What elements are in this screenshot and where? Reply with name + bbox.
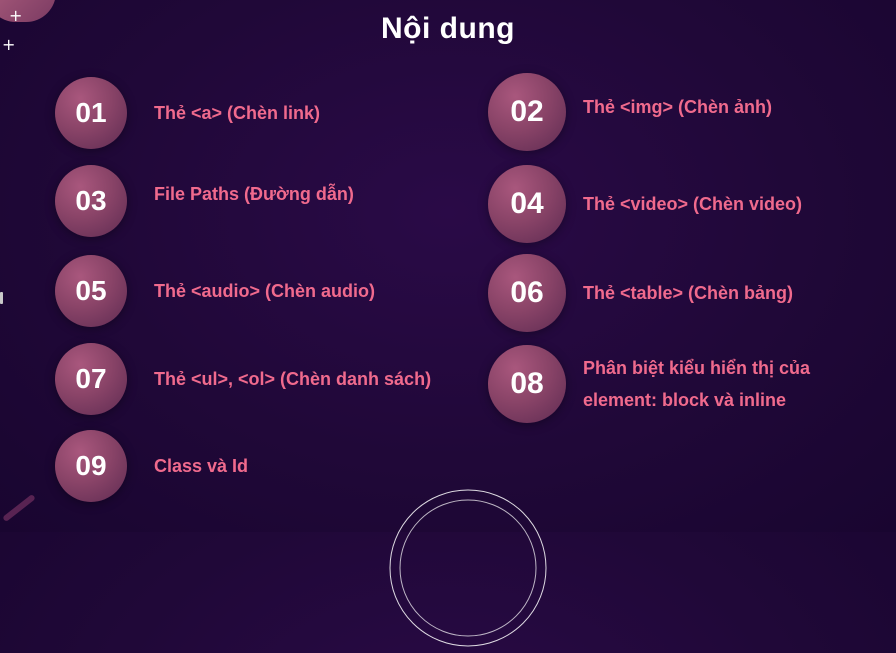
decorative-rings (388, 488, 548, 648)
content-item-09: 09 Class và Id (55, 430, 248, 502)
content-item-06: 06 Thẻ <table> (Chèn bảng) (488, 254, 793, 332)
content-item-05: 05 Thẻ <audio> (Chèn audio) (55, 255, 375, 327)
item-number-badge: 07 (55, 343, 127, 415)
content-item-07: 07 Thẻ <ul>, <ol> (Chèn danh sách) (55, 343, 431, 415)
streak-decoration (2, 493, 36, 523)
content-item-03: 03 File Paths (Đường dẫn) (55, 165, 354, 237)
content-item-01: 01 Thẻ <a> (Chèn link) (55, 77, 320, 149)
item-number-badge: 04 (488, 165, 566, 243)
item-number-badge: 06 (488, 254, 566, 332)
item-label: Thẻ <img> (Chèn ảnh) (583, 97, 773, 117)
item-label: Class và Id (154, 456, 249, 476)
content-item-02: 02 Thẻ <img> (Chèn ảnh) (488, 73, 772, 151)
slide-title: Nội dung (381, 12, 515, 45)
item-label: Phân biệt kiểu hiển thị của element: blo… (583, 358, 811, 410)
item-label: Thẻ <ul>, <ol> (Chèn danh sách) (154, 369, 432, 389)
item-label: File Paths (Đường dẫn) (154, 184, 354, 204)
content-item-04: 04 Thẻ <video> (Chèn video) (488, 165, 802, 243)
item-number-badge: 02 (488, 73, 566, 151)
edge-mark-decoration (0, 292, 3, 304)
item-label: Thẻ <table> (Chèn bảng) (583, 283, 794, 303)
item-label: Thẻ <video> (Chèn video) (583, 194, 803, 214)
item-number-badge: 08 (488, 345, 566, 423)
item-number-badge: 05 (55, 255, 127, 327)
content-item-08: 08 Phân biệt kiểu hiển thị của element: … (488, 345, 883, 423)
ring-graphic (389, 489, 547, 647)
item-label: Thẻ <audio> (Chèn audio) (154, 281, 376, 301)
item-number-badge: 01 (55, 77, 127, 149)
item-number-badge: 03 (55, 165, 127, 237)
item-number-badge: 09 (55, 430, 127, 502)
item-label: Thẻ <a> (Chèn link) (154, 103, 321, 123)
